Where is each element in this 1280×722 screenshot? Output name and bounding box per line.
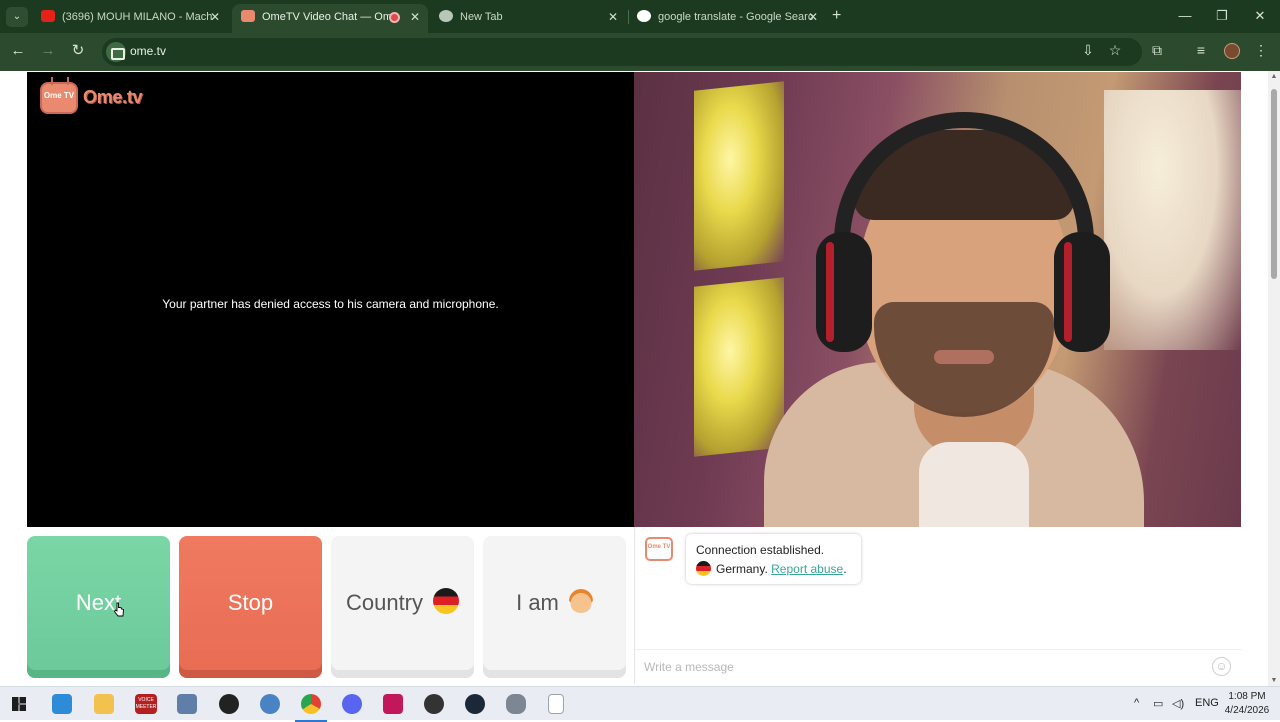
- logo-text: Ome.tv: [83, 87, 143, 107]
- chat-panel: Ome TV Connection established. Germany. …: [634, 527, 1242, 684]
- system-message: Connection established. Germany. Report …: [686, 534, 861, 584]
- notepad-icon[interactable]: [548, 694, 564, 714]
- browser-toolbar: ← → ↻ ome.tv ⇩ ☆ ⧉ ≡ ⋮: [0, 33, 1280, 71]
- youtube-icon: [41, 10, 55, 22]
- gender-button[interactable]: I am: [483, 536, 626, 678]
- germany-flag-icon: [433, 588, 460, 615]
- close-icon[interactable]: ✕: [608, 4, 618, 30]
- system-clock[interactable]: 1:08 PM 4/24/2026: [1222, 690, 1272, 718]
- windows-taskbar: VOICE MEETER ^ ▭ ◁) ENG 1:08 PM 4/24/202…: [0, 686, 1280, 722]
- media-controls-icon[interactable]: ≡: [1192, 42, 1210, 58]
- report-suffix: .: [843, 562, 847, 576]
- extensions-icon[interactable]: ⧉: [1148, 42, 1166, 58]
- close-icon[interactable]: ✕: [410, 4, 420, 30]
- close-icon[interactable]: ✕: [808, 4, 818, 30]
- tab-title: google translate - Google Searc: [658, 11, 814, 23]
- headset: [834, 112, 1094, 252]
- google-icon: [637, 10, 651, 22]
- maximize-button[interactable]: ❐: [1212, 8, 1232, 24]
- country-label: Country: [345, 590, 424, 615]
- country-line: Germany. Report abuse.: [696, 560, 851, 579]
- clock-time: 1:08 PM: [1228, 691, 1266, 702]
- clock-date: 4/24/2026: [1224, 705, 1270, 716]
- partner-video: Ome TV Ome.tv Your partner has denied ac…: [27, 72, 634, 527]
- steam-icon[interactable]: [465, 694, 485, 714]
- tab-new-tab[interactable]: New Tab ✕: [430, 4, 626, 33]
- hand-cursor-icon: [113, 602, 124, 617]
- windows-start-icon[interactable]: [12, 697, 26, 711]
- bookmark-star-icon[interactable]: ☆: [1106, 42, 1124, 58]
- site-info-icon[interactable]: [106, 42, 126, 62]
- window-close-button[interactable]: ✕: [1250, 8, 1270, 24]
- next-button[interactable]: Next: [27, 536, 170, 678]
- boy-emoji-icon: [568, 589, 593, 614]
- country-button[interactable]: Country: [331, 536, 474, 678]
- app-icon[interactable]: [383, 694, 403, 714]
- message-input-area: ☺: [635, 649, 1242, 684]
- tab-strip: ⌄ (3696) MOUH MILANO - Mach ✕ OmeTV Vide…: [0, 0, 1280, 33]
- tab-title: (3696) MOUH MILANO - Mach: [62, 11, 213, 23]
- steam-link-icon[interactable]: [260, 694, 280, 714]
- language-indicator[interactable]: ENG: [1195, 697, 1219, 709]
- scroll-thumb[interactable]: [1271, 89, 1277, 279]
- network-icon[interactable]: ▭: [1153, 697, 1163, 710]
- address-bar[interactable]: ome.tv: [102, 38, 1142, 66]
- self-camera-video: [634, 72, 1241, 527]
- chevron-down-icon: ⌄: [12, 11, 22, 22]
- i-am-label: I am: [516, 590, 559, 615]
- partner-country: Germany.: [716, 562, 768, 576]
- close-icon[interactable]: ✕: [210, 4, 220, 30]
- settings-icon[interactable]: [219, 694, 239, 714]
- emoji-icon[interactable]: ☺: [1212, 657, 1231, 676]
- scroll-down-icon[interactable]: ▼: [1270, 677, 1278, 684]
- connection-text: Connection established.: [696, 543, 825, 557]
- install-app-icon[interactable]: ⇩: [1079, 42, 1097, 58]
- control-panel-icon[interactable]: [177, 694, 197, 714]
- ometv-logo[interactable]: Ome TV Ome.tv: [40, 80, 152, 116]
- profile-avatar[interactable]: [1224, 43, 1240, 59]
- new-tab-button[interactable]: +: [832, 8, 841, 24]
- file-explorer-icon[interactable]: [94, 694, 114, 714]
- chrome-icon[interactable]: [295, 694, 327, 722]
- stop-label: Stop: [227, 590, 274, 615]
- stop-button[interactable]: Stop: [179, 536, 322, 678]
- url-text: ome.tv: [130, 44, 167, 58]
- tab-search-button[interactable]: ⌄: [6, 7, 28, 27]
- volume-icon[interactable]: ◁): [1172, 697, 1184, 710]
- ometv-page: Ome TV Ome.tv Your partner has denied ac…: [0, 71, 1268, 686]
- forward-button[interactable]: →: [39, 43, 57, 59]
- tab-youtube[interactable]: (3696) MOUH MILANO - Mach ✕: [32, 4, 228, 33]
- minimize-button[interactable]: —: [1175, 8, 1195, 23]
- menu-icon[interactable]: ⋮: [1252, 42, 1270, 58]
- tab-title: OmeTV Video Chat — Ome: [262, 11, 399, 23]
- scroll-up-icon[interactable]: ▲: [1270, 73, 1278, 80]
- reload-button[interactable]: ↻: [69, 43, 87, 59]
- message-input[interactable]: [644, 658, 1184, 676]
- security-icon[interactable]: [506, 694, 526, 714]
- ometv-icon: [241, 10, 255, 22]
- ometv-avatar: Ome TV: [645, 537, 673, 561]
- tab-ometv[interactable]: OmeTV Video Chat — Ome ✕: [232, 4, 428, 33]
- tab-title: New Tab: [460, 11, 503, 23]
- discord-icon[interactable]: [342, 694, 362, 714]
- tv-icon: Ome TV: [40, 82, 78, 114]
- voicemeeter-icon[interactable]: VOICE MEETER: [135, 694, 157, 714]
- tab-google-translate[interactable]: google translate - Google Searc ✕: [628, 4, 826, 33]
- recording-icon: [389, 12, 400, 23]
- chrome-icon: [439, 10, 453, 22]
- page-scrollbar[interactable]: ▲ ▼: [1268, 71, 1280, 686]
- webcam-person: [764, 112, 1144, 527]
- germany-flag-icon: [696, 561, 711, 577]
- microsoft-store-icon[interactable]: [52, 694, 72, 714]
- back-button[interactable]: ←: [9, 43, 27, 59]
- tray-chevron-icon[interactable]: ^: [1134, 697, 1139, 709]
- report-abuse-link[interactable]: Report abuse: [771, 562, 843, 576]
- partner-status-message: Your partner has denied access to his ca…: [162, 297, 499, 311]
- obs-icon[interactable]: [424, 694, 444, 714]
